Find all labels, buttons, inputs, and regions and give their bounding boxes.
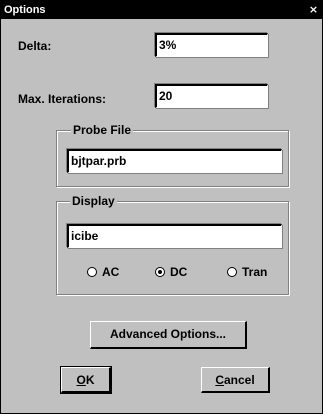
display-input[interactable]: icibe — [67, 224, 282, 248]
probe-file-group-title: Probe File — [71, 123, 134, 137]
ok-label-rest: K — [85, 373, 95, 387]
title-bar[interactable]: Options × — [1, 1, 322, 19]
ok-mnemonic: O — [76, 373, 86, 387]
radio-dc-circle — [155, 267, 165, 277]
probe-file-input[interactable]: bjtpar.prb — [67, 149, 282, 173]
radio-dc[interactable]: DC — [155, 265, 187, 279]
delta-label: Delta: — [18, 39, 52, 53]
radio-ac-label: AC — [102, 265, 120, 279]
window-title: Options — [4, 4, 46, 16]
cancel-mnemonic: C — [215, 373, 224, 387]
ok-button[interactable]: OK — [60, 366, 112, 394]
display-group-title: Display — [70, 194, 117, 208]
advanced-options-button[interactable]: Advanced Options... — [90, 321, 247, 349]
max-iterations-input[interactable]: 20 — [155, 84, 268, 108]
radio-ac-circle — [87, 267, 97, 277]
cancel-label-rest: ancel — [223, 373, 255, 387]
radio-tran-label: Tran — [242, 265, 268, 279]
max-iterations-label: Max. Iterations: — [18, 92, 107, 106]
radio-tran[interactable]: Tran — [227, 265, 267, 279]
close-icon[interactable]: × — [308, 4, 319, 15]
cancel-button[interactable]: Cancel — [201, 367, 270, 393]
radio-ac[interactable]: AC — [87, 265, 119, 279]
display-group — [56, 201, 289, 295]
radio-dc-label: DC — [170, 265, 188, 279]
options-dialog: Options × Delta: 3% Max. Iterations: 20 … — [0, 0, 323, 414]
radio-dc-selected-dot — [158, 270, 162, 274]
radio-tran-circle — [227, 267, 237, 277]
delta-input[interactable]: 3% — [155, 33, 268, 57]
